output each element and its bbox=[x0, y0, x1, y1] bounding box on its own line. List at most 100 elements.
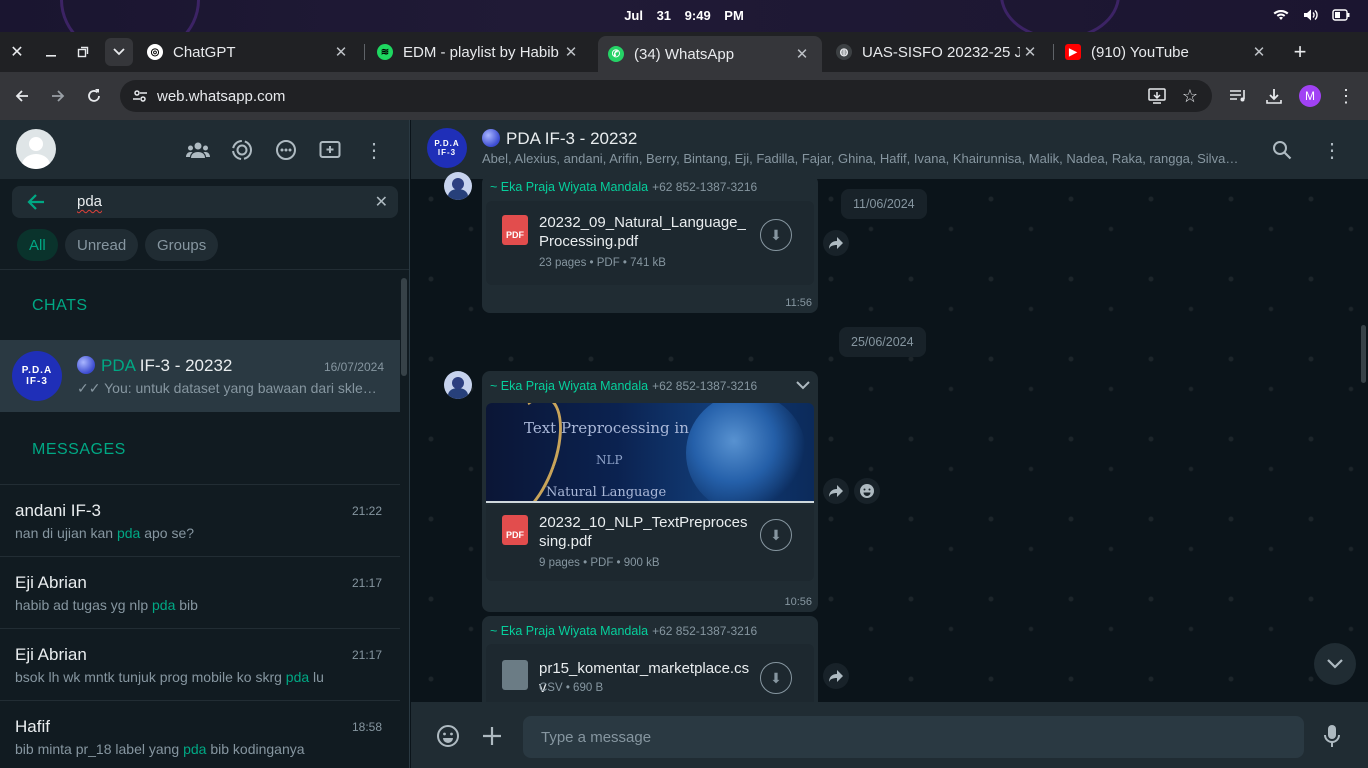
download-icon[interactable]: ⬇ bbox=[760, 662, 792, 694]
site-info-icon[interactable] bbox=[132, 88, 148, 109]
clear-search-icon[interactable]: ✕ bbox=[375, 192, 388, 212]
tab-spotify[interactable]: ≋ EDM - playlist by Habib ✕ bbox=[367, 32, 591, 72]
chevron-down-icon[interactable] bbox=[796, 377, 810, 395]
attach-plus-icon[interactable] bbox=[478, 722, 506, 750]
filter-label: Unread bbox=[77, 236, 127, 254]
close-tab-icon[interactable]: ✕ bbox=[331, 43, 351, 61]
battery-icon[interactable] bbox=[1332, 7, 1350, 23]
restore-icon[interactable] bbox=[69, 38, 97, 66]
file-attachment[interactable]: PDF 20232_09_Natural_Language_Processing… bbox=[486, 201, 814, 285]
tab-youtube[interactable]: ▶ (910) YouTube ✕ bbox=[1055, 32, 1279, 72]
message-result[interactable]: andani IF-3 21:22 nan di ujian kan pda a… bbox=[0, 484, 400, 556]
volume-icon[interactable] bbox=[1302, 7, 1320, 23]
search-icon[interactable] bbox=[1269, 137, 1295, 163]
reload-icon[interactable] bbox=[80, 82, 108, 110]
message-composer bbox=[411, 702, 1368, 768]
menu-dots-icon[interactable]: ⋮ bbox=[1319, 137, 1345, 163]
message-result[interactable]: Eji Abrian 21:17 habib ad tugas yg nlp p… bbox=[0, 556, 400, 628]
my-avatar[interactable] bbox=[16, 129, 56, 169]
browser-menu-icon[interactable]: ⋮ bbox=[1332, 82, 1360, 110]
address-bar[interactable]: web.whatsapp.com ☆ bbox=[120, 80, 1212, 112]
message-sender[interactable]: ~ Eka Praja Wiyata Mandala +62 852-1387-3… bbox=[490, 379, 757, 393]
tab-search-icon[interactable] bbox=[105, 38, 133, 66]
sender-avatar[interactable] bbox=[444, 371, 472, 399]
sender-name: ~ Eka Praja Wiyata Mandala bbox=[490, 624, 649, 638]
snippet-highlight: pda bbox=[116, 525, 141, 541]
search-box[interactable]: pda ✕ bbox=[12, 186, 398, 218]
tab-uas-sisfo[interactable]: ◍ UAS-SISFO 20232-25 JU ✕ bbox=[826, 32, 1050, 72]
media-controls-icon[interactable] bbox=[1224, 82, 1252, 110]
conversation-scrollbar[interactable] bbox=[1361, 325, 1366, 383]
forward-icon[interactable] bbox=[823, 478, 849, 504]
message-input[interactable] bbox=[523, 716, 1304, 758]
sidebar-scrollbar[interactable] bbox=[401, 278, 407, 376]
install-app-icon[interactable] bbox=[1148, 87, 1166, 110]
emoji-icon[interactable] bbox=[434, 722, 462, 750]
youtube-icon: ▶ bbox=[1065, 44, 1081, 60]
channels-icon[interactable] bbox=[273, 137, 299, 163]
file-type-label: PDF bbox=[506, 530, 524, 540]
close-tab-icon[interactable]: ✕ bbox=[561, 43, 581, 61]
bookmark-star-icon[interactable]: ☆ bbox=[1182, 86, 1198, 107]
message-result[interactable]: Hafif 18:58 bib minta pr_18 label yang p… bbox=[0, 700, 400, 768]
chat-item-pda[interactable]: P.D.A IF-3 PDA IF-3 - 20232 16/07/2024 ✓✓… bbox=[0, 340, 400, 412]
group-avatar[interactable]: P.D.A IF-3 bbox=[427, 128, 467, 168]
tab-whatsapp[interactable]: ✆ (34) WhatsApp ✕ bbox=[598, 36, 822, 72]
tab-divider bbox=[364, 44, 365, 60]
filter-all[interactable]: All bbox=[17, 229, 58, 261]
sender-phone: +62 852-1387-3216 bbox=[652, 180, 758, 194]
forward-icon[interactable] bbox=[823, 663, 849, 689]
close-tab-icon[interactable]: ✕ bbox=[1020, 43, 1040, 61]
filter-groups[interactable]: Groups bbox=[145, 229, 219, 261]
menu-dots-icon[interactable]: ⋮ bbox=[361, 137, 387, 163]
snippet-text: bib kodinganya bbox=[206, 741, 305, 757]
back-icon[interactable] bbox=[8, 82, 36, 110]
message-bubble: ~ Eka Praja Wiyata Mandala +62 852-1387-3… bbox=[482, 371, 818, 612]
message-sender[interactable]: ~ Eka Praja Wiyata Mandala +62 852-1387-3… bbox=[490, 624, 757, 638]
sender-name: Eji Abrian bbox=[15, 645, 87, 664]
wifi-icon[interactable] bbox=[1272, 7, 1290, 23]
forward-icon[interactable] bbox=[823, 230, 849, 256]
conversation-header[interactable]: P.D.A IF-3 PDA IF-3 - 20232 Abel, Alexius… bbox=[411, 120, 1368, 179]
new-chat-icon[interactable] bbox=[317, 137, 343, 163]
downloads-icon[interactable] bbox=[1260, 82, 1288, 110]
system-clock: Jul 31 9:49 PM bbox=[0, 8, 1368, 23]
sender-avatar[interactable] bbox=[444, 172, 472, 200]
snippet-text: apo se? bbox=[140, 525, 195, 541]
section-messages-header: MESSAGES bbox=[32, 441, 126, 458]
microphone-icon[interactable] bbox=[1318, 722, 1346, 750]
minimize-icon[interactable] bbox=[37, 38, 65, 66]
communities-icon[interactable] bbox=[185, 137, 211, 163]
download-icon[interactable]: ⬇ bbox=[760, 219, 792, 251]
chat-sidebar: ⋮ pda ✕ All Unread Groups CHATS P.D.A IF-… bbox=[0, 120, 410, 768]
spotify-icon: ≋ bbox=[377, 44, 393, 60]
tab-chatgpt[interactable]: ◎ ChatGPT ✕ bbox=[137, 32, 361, 72]
filter-unread[interactable]: Unread bbox=[65, 229, 139, 261]
close-window-icon[interactable]: ✕ bbox=[3, 38, 31, 66]
forward-icon[interactable] bbox=[44, 82, 72, 110]
avatar-text: P.D.A bbox=[434, 139, 460, 148]
status-icon[interactable] bbox=[229, 137, 255, 163]
document-preview-image[interactable]: Text Preprocessing in NLP Natural Langua… bbox=[486, 403, 814, 503]
scroll-to-bottom-button[interactable] bbox=[1314, 643, 1356, 685]
system-date: Jul 31 bbox=[624, 8, 672, 23]
whatsapp-app: ⋮ pda ✕ All Unread Groups CHATS P.D.A IF-… bbox=[0, 120, 1368, 768]
group-members: Abel, Alexius, andani, Arifin, Berry, Bi… bbox=[482, 151, 1242, 166]
message-result[interactable]: Eji Abrian 21:17 bsok lh wk mntk tunjuk … bbox=[0, 628, 400, 700]
back-arrow-icon[interactable] bbox=[26, 192, 46, 217]
emoji-react-icon[interactable] bbox=[854, 478, 880, 504]
message-sender[interactable]: ~ Eka Praja Wiyata Mandala +62 852-1387-3… bbox=[490, 180, 757, 194]
avatar-text: IF-3 bbox=[26, 376, 48, 387]
profile-avatar[interactable]: M bbox=[1296, 82, 1324, 110]
sender-phone: +62 852-1387-3216 bbox=[652, 379, 758, 393]
close-tab-icon[interactable]: ✕ bbox=[792, 45, 812, 63]
chat-title-rest: IF-3 - 20232 bbox=[135, 356, 233, 375]
message-bubble: ~ Eka Praja Wiyata Mandala +62 852-1387-3… bbox=[482, 175, 818, 313]
new-tab-icon[interactable]: + bbox=[1286, 38, 1314, 66]
search-input[interactable]: pda bbox=[77, 193, 102, 210]
file-attachment[interactable]: PDF 20232_10_NLP_TextPreprocessing.pdf 9… bbox=[486, 505, 814, 581]
message-snippet: nan di ujian kan pda apo se? bbox=[15, 525, 194, 541]
preview-subtitle: Natural Language bbox=[546, 485, 667, 500]
download-icon[interactable]: ⬇ bbox=[760, 519, 792, 551]
close-tab-icon[interactable]: ✕ bbox=[1249, 43, 1269, 61]
